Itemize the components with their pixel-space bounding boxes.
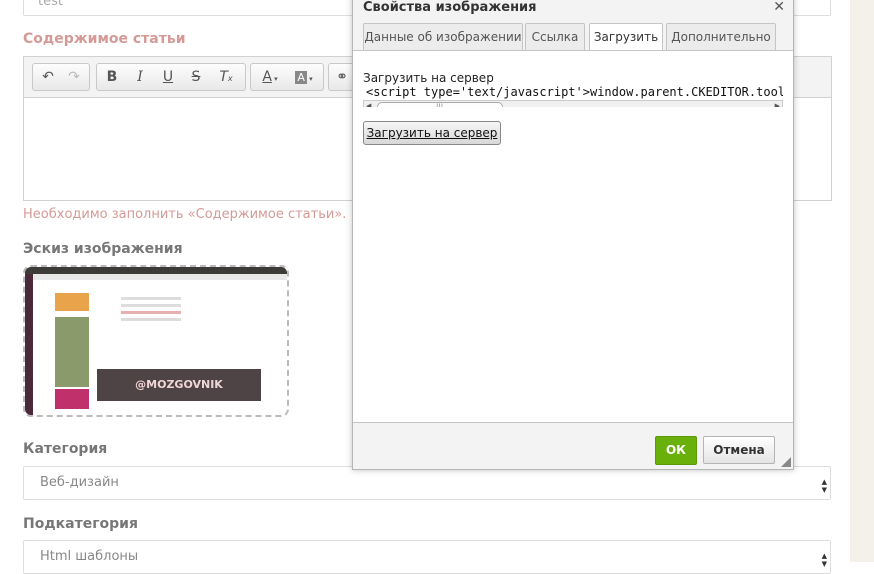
upload-label: Загрузить на сервер bbox=[363, 71, 494, 85]
bold-icon[interactable]: B bbox=[99, 64, 125, 90]
upload-frame: <script type='text/javascript'>window.pa… bbox=[363, 85, 783, 107]
tab-upload[interactable]: Загрузить bbox=[589, 23, 663, 52]
background-color-icon[interactable]: A ▾ bbox=[289, 64, 319, 90]
image-properties-dialog: Свойства изображения ✕ Данные об изображ… bbox=[352, 0, 794, 470]
color-group: A ▾ A ▾ bbox=[250, 63, 324, 91]
scroll-right-icon[interactable]: ▶ bbox=[775, 102, 780, 107]
chevron-down-icon: ▲ ▼ bbox=[821, 478, 827, 494]
resize-handle-icon[interactable] bbox=[781, 457, 791, 467]
scroll-left-icon[interactable]: ◀ bbox=[366, 102, 371, 107]
tab-link[interactable]: Ссылка bbox=[525, 23, 585, 51]
thumb-form-lines bbox=[121, 293, 181, 353]
thumb-tabs bbox=[33, 274, 287, 280]
category-value: Веб-дизайн bbox=[40, 475, 119, 490]
link-group: ⚭ bbox=[328, 63, 355, 91]
thumb-launcher bbox=[25, 274, 33, 415]
content-label: Содержимое статьи bbox=[23, 31, 186, 47]
tab-advanced[interactable]: Дополнительно bbox=[666, 23, 776, 51]
category-label: Категория bbox=[23, 441, 108, 457]
upload-to-server-button[interactable]: Загрузить на сервер bbox=[363, 121, 501, 145]
thumb-ad-bottom bbox=[55, 389, 89, 409]
thumb-block bbox=[55, 293, 89, 311]
cancel-button[interactable]: Отмена bbox=[703, 436, 775, 464]
title-input-value: test bbox=[38, 0, 63, 9]
category-select[interactable]: Веб-дизайн ▲ ▼ bbox=[23, 466, 831, 500]
ok-button[interactable]: ОК bbox=[655, 436, 697, 465]
text-color-icon[interactable]: A ▾ bbox=[255, 64, 285, 90]
thumb-label: Эскиз изображения bbox=[23, 241, 183, 257]
scrollbar-thumb[interactable]: ||| bbox=[377, 102, 503, 107]
horizontal-scrollbar[interactable]: ◀ ||| ▶ bbox=[363, 100, 783, 107]
redo-icon[interactable]: ↷ bbox=[61, 64, 87, 90]
grip-icon: ||| bbox=[436, 103, 444, 107]
underline-icon[interactable]: U bbox=[155, 64, 181, 90]
subcategory-label: Подкатегория bbox=[23, 516, 138, 532]
thumb-watermark: @MOZGOVNIK bbox=[97, 369, 261, 401]
content-error: Необходимо заполнить «Содержимое статьи»… bbox=[23, 207, 347, 222]
dialog-body: Загрузить на сервер <script type='text/j… bbox=[353, 50, 793, 423]
chevron-down-icon: ▲ ▼ bbox=[821, 552, 827, 568]
format-group: B I U S Tx bbox=[96, 63, 246, 91]
close-icon[interactable]: ✕ bbox=[773, 0, 785, 15]
history-group: ↶ ↷ bbox=[32, 63, 90, 91]
thumb-ad bbox=[55, 317, 89, 387]
subcategory-select[interactable]: Html шаблоны ▲ ▼ bbox=[23, 540, 831, 574]
thumb-titlebar bbox=[25, 267, 287, 274]
tab-image-info[interactable]: Данные об изображении bbox=[363, 23, 523, 51]
upload-response-code: <script type='text/javascript'>window.pa… bbox=[366, 85, 783, 99]
strikethrough-icon[interactable]: S bbox=[183, 64, 209, 90]
remove-format-icon[interactable]: Tx bbox=[213, 64, 239, 90]
page-side-strip bbox=[850, 0, 874, 562]
thumbnail-image[interactable]: @MOZGOVNIK bbox=[23, 265, 289, 417]
undo-icon[interactable]: ↶ bbox=[35, 64, 61, 90]
dialog-title: Свойства изображения bbox=[363, 0, 537, 15]
italic-icon[interactable]: I bbox=[127, 64, 153, 90]
